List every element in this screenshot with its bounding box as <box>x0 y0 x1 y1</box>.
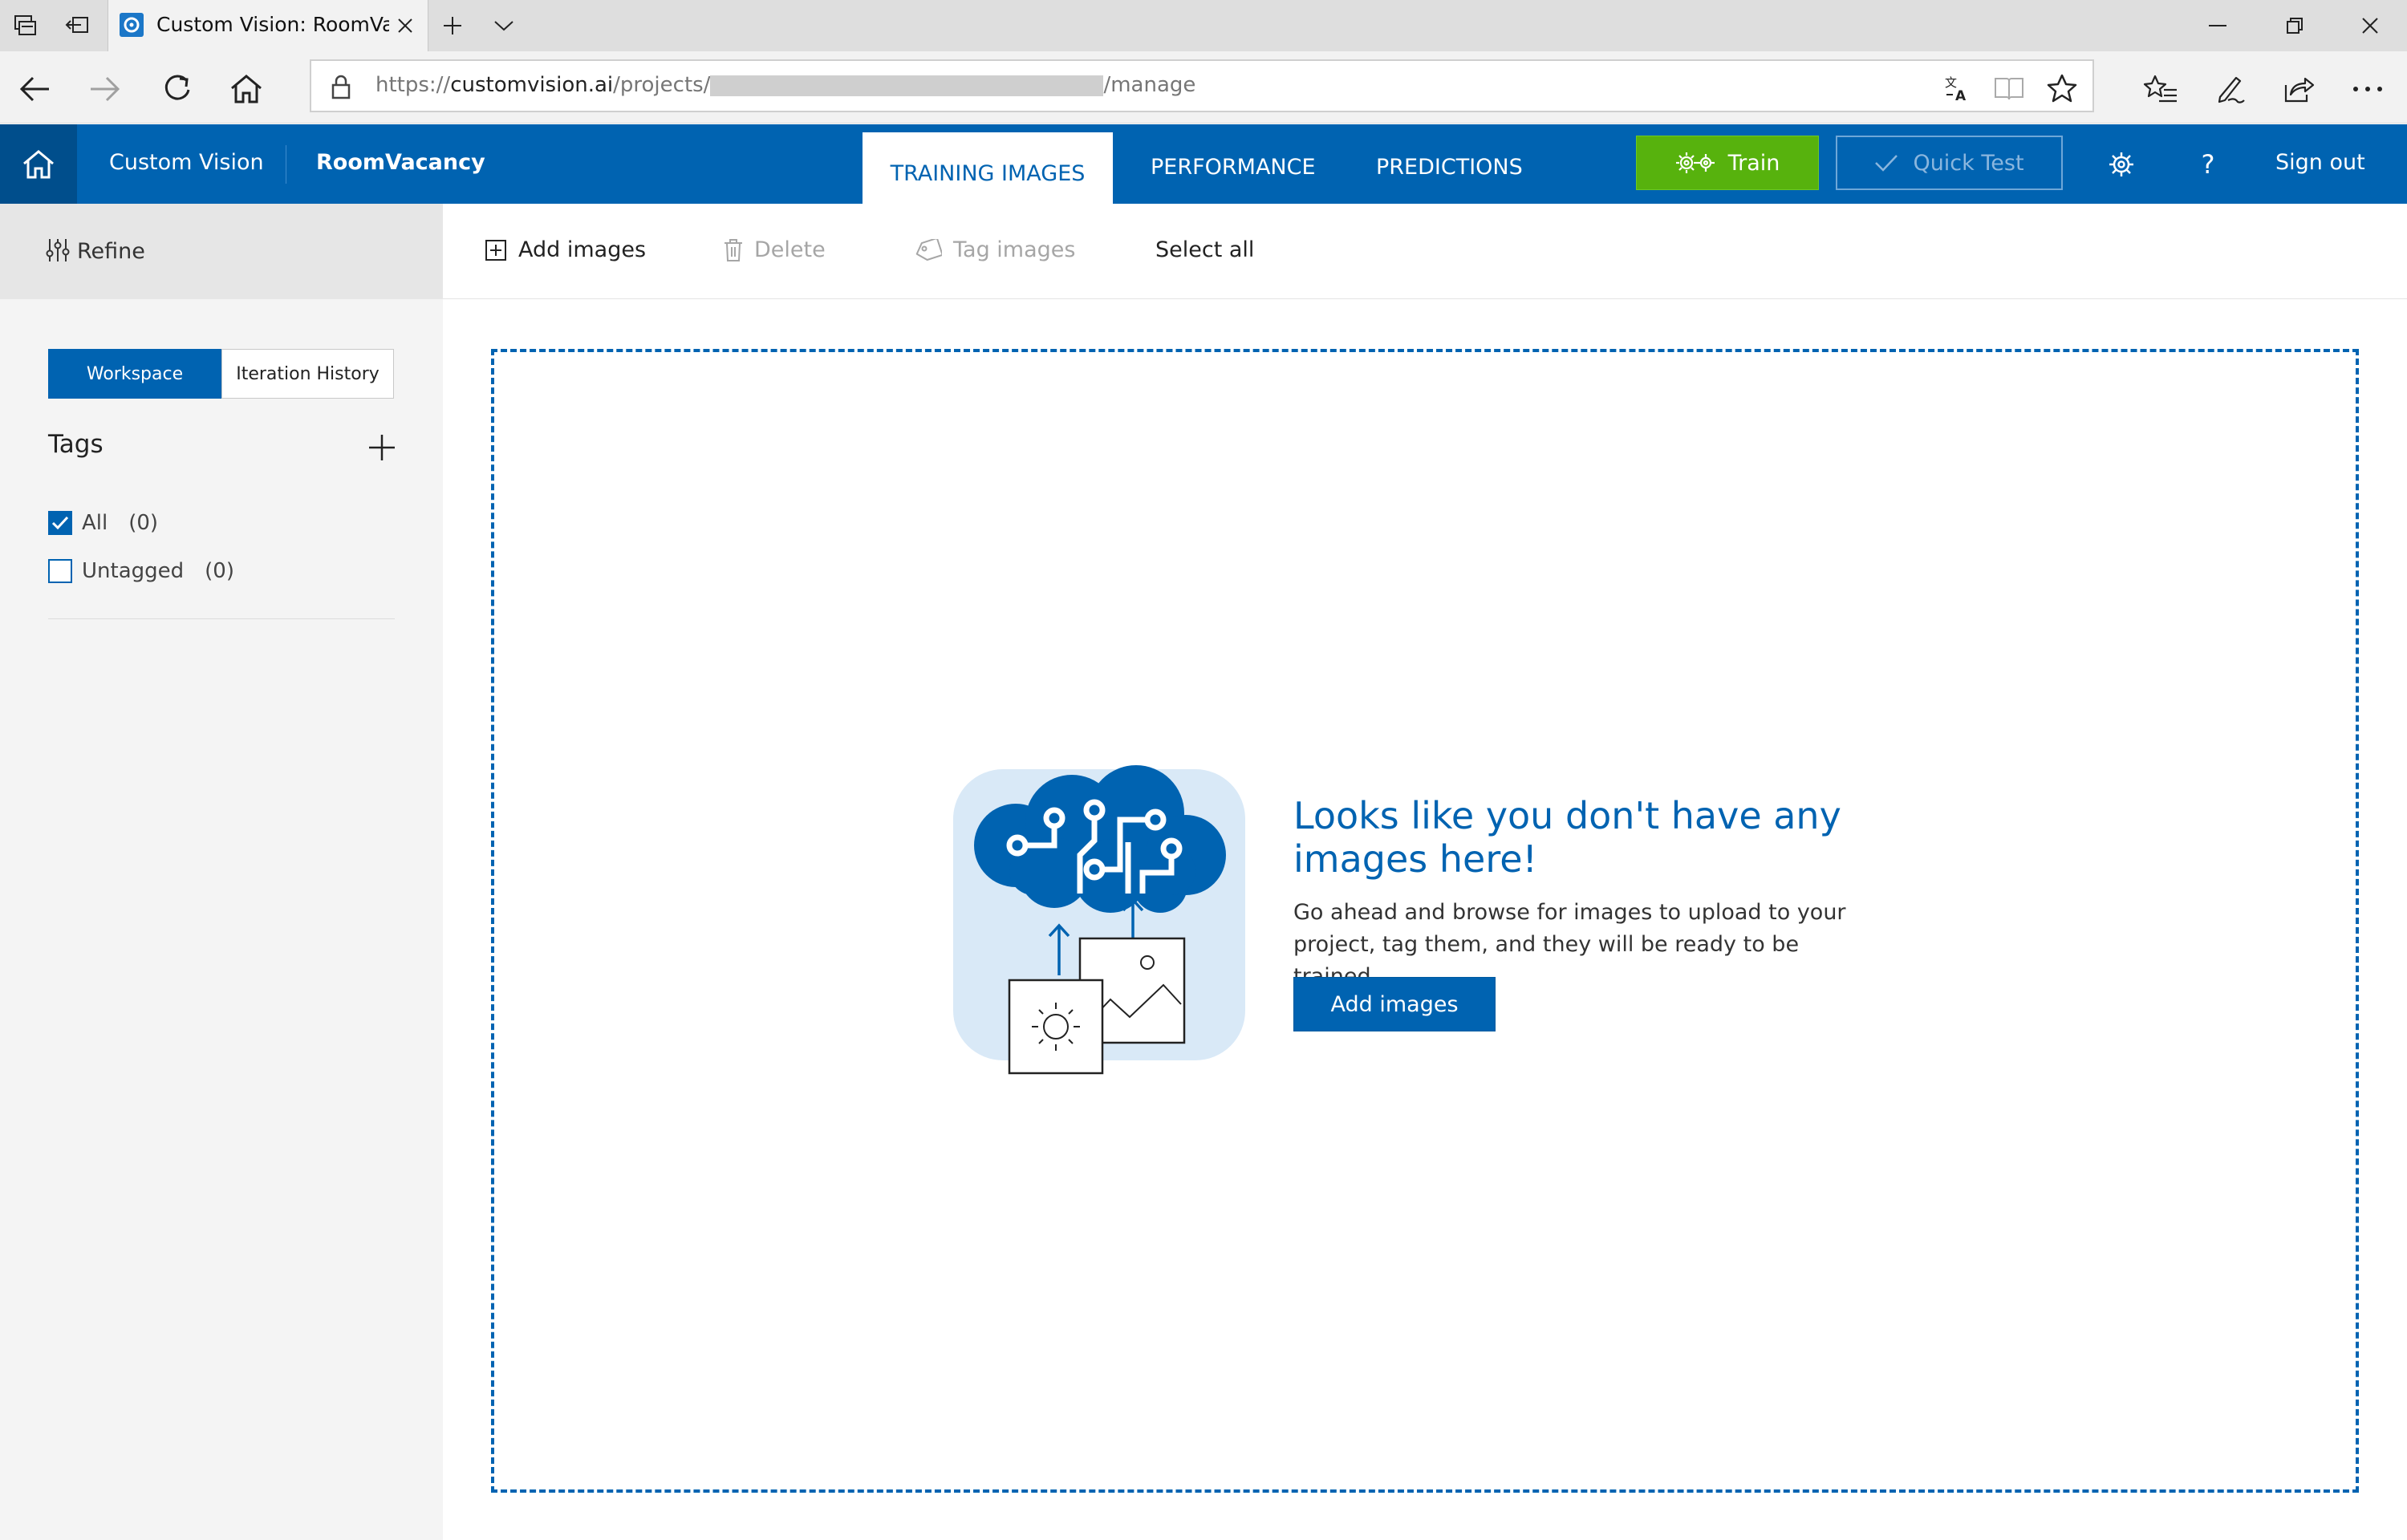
project-name[interactable]: RoomVacancy <box>316 150 485 175</box>
custom-vision-favicon-icon <box>118 11 145 38</box>
tab-performance[interactable]: PERFORMANCE <box>1151 155 1316 180</box>
tags-heading: Tags <box>48 430 104 459</box>
url-redacted-segment <box>710 75 1104 96</box>
add-images-button[interactable]: Add images <box>1293 977 1496 1031</box>
favorite-star-icon[interactable] <box>2044 71 2080 106</box>
url-text: https://customvision.ai/projects/ /manage <box>375 73 1195 97</box>
quick-test-label: Quick Test <box>1913 150 2024 176</box>
more-icon[interactable] <box>2346 67 2389 111</box>
url-host: customvision.ai <box>450 73 614 97</box>
app-home-button[interactable] <box>0 124 77 204</box>
tag-count: (0) <box>128 511 159 535</box>
tab-dropdown-icon[interactable] <box>486 8 522 43</box>
settings-gear-icon[interactable] <box>2102 145 2141 184</box>
tags-divider <box>48 618 395 619</box>
tag-name: All <box>82 511 108 535</box>
checkbox-checked-icon[interactable] <box>48 511 72 535</box>
images-toolbar: Add images Delete Tag images Select all <box>443 204 2407 299</box>
sign-out-link[interactable]: Sign out <box>2275 150 2365 175</box>
sliders-icon <box>45 237 71 263</box>
tag-images-toolbar-button[interactable]: Tag images <box>915 237 1075 262</box>
lock-icon <box>331 74 351 99</box>
train-label: Train <box>1727 150 1780 176</box>
delete-label: Delete <box>754 237 826 262</box>
tag-name: Untagged <box>82 559 185 583</box>
add-images-toolbar-button[interactable]: Add images <box>485 237 646 262</box>
select-all-label: Select all <box>1155 237 1255 262</box>
tab-training-images[interactable]: TRAINING IMAGES <box>863 132 1113 204</box>
address-bar[interactable]: https://customvision.ai/projects/ /manage… <box>310 59 2094 112</box>
train-button[interactable]: Train <box>1636 136 1819 190</box>
home-icon[interactable] <box>225 67 268 111</box>
tag-row-untagged[interactable]: Untagged (0) <box>48 555 234 587</box>
app-home-icon <box>23 149 54 178</box>
minimize-icon[interactable] <box>2181 0 2255 51</box>
tab-title: Custom Vision: RoomVa <box>156 13 389 36</box>
window-close-icon[interactable] <box>2333 0 2407 51</box>
workspace-toggle[interactable]: Workspace <box>48 349 221 399</box>
refresh-icon[interactable] <box>156 67 199 111</box>
reading-view-icon[interactable] <box>1991 71 2027 106</box>
empty-state-title: Looks like you don't have any images her… <box>1293 794 1841 881</box>
tag-images-label: Tag images <box>953 237 1076 262</box>
tab-list-icon[interactable] <box>8 8 43 43</box>
url-path-end: /manage <box>1103 73 1196 97</box>
app-name[interactable]: Custom Vision <box>109 150 264 175</box>
set-aside-tabs-icon[interactable] <box>59 8 95 43</box>
favorites-list-icon[interactable] <box>2139 67 2182 111</box>
back-icon[interactable] <box>13 67 56 111</box>
forward-icon[interactable] <box>83 67 127 111</box>
plus-icon[interactable] <box>364 430 400 465</box>
tag-row-all[interactable]: All (0) <box>48 507 158 539</box>
left-panel: Refine Workspace Iteration History Tags … <box>0 204 443 1540</box>
cloud-brain-upload-illustration <box>953 759 1245 1080</box>
view-toggle: Workspace Iteration History <box>48 349 394 399</box>
add-image-icon <box>485 239 506 261</box>
quick-test-button[interactable]: Quick Test <box>1836 136 2063 190</box>
refine-label: Refine <box>77 239 145 264</box>
url-scheme: https:// <box>375 73 451 97</box>
app-header: Custom Vision RoomVacancy TRAINING IMAGE… <box>0 124 2407 204</box>
select-all-button[interactable]: Select all <box>1155 237 1254 262</box>
translate-icon[interactable]: 文A <box>1940 71 1975 106</box>
browser-tab[interactable]: Custom Vision: RoomVa <box>108 0 428 51</box>
checkbox-empty-icon[interactable] <box>48 559 72 583</box>
url-path-start: /projects/ <box>613 73 711 97</box>
notes-pen-icon[interactable] <box>2208 67 2251 111</box>
browser-nav-bar: https://customvision.ai/projects/ /manage… <box>0 51 2407 124</box>
delete-toolbar-button[interactable]: Delete <box>724 237 826 262</box>
refine-button[interactable]: Refine <box>0 204 443 299</box>
new-tab-icon[interactable] <box>435 8 470 43</box>
share-icon[interactable] <box>2277 67 2320 111</box>
tag-icon <box>915 238 942 261</box>
tab-close-icon[interactable] <box>391 11 420 40</box>
iteration-history-toggle[interactable]: Iteration History <box>221 349 394 399</box>
browser-tab-strip: Custom Vision: RoomVa <box>0 0 2407 51</box>
add-images-label: Add images <box>518 237 647 262</box>
svg-text:A: A <box>1955 88 1967 103</box>
gears-icon <box>1675 152 1715 173</box>
trash-icon <box>725 238 742 261</box>
tab-predictions[interactable]: PREDICTIONS <box>1376 155 1523 180</box>
help-icon[interactable]: ? <box>2189 145 2227 184</box>
restore-icon[interactable] <box>2258 0 2332 51</box>
tag-count: (0) <box>205 559 234 583</box>
checkmark-icon <box>1875 155 1898 172</box>
